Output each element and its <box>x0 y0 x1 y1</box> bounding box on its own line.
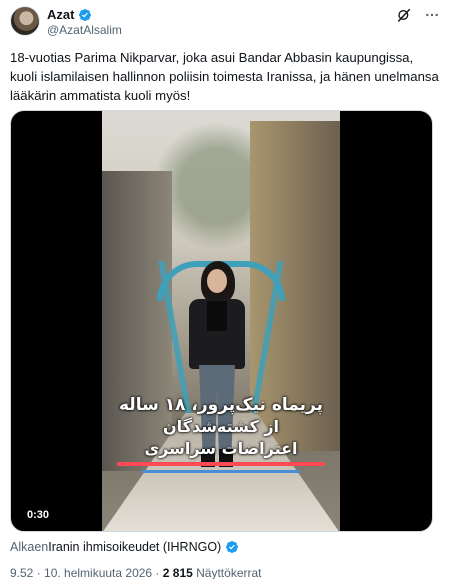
caption-blue-bar <box>142 470 300 473</box>
caption-red-bar <box>117 462 325 466</box>
author-name-row: Azat <box>47 7 92 22</box>
display-name[interactable]: Azat <box>47 7 74 22</box>
tweet: Azat @AzatAlsalim 18-vuotias Parima Nikp… <box>0 0 451 579</box>
source-prefix: Alkaen <box>10 540 49 554</box>
video-caption: پریماه نیک‌پرور، ۱۸ ساله از کشته‌شدگان ا… <box>102 394 340 460</box>
tweet-timestamp[interactable]: 9.52 · 10. helmikuuta 2026 · <box>10 566 163 579</box>
tweet-meta: 9.52 · 10. helmikuuta 2026 · 2 815 Näytt… <box>10 566 262 579</box>
author-handle[interactable]: @AzatAlsalim <box>47 23 122 37</box>
tweet-text: 18-vuotias Parima Nikparvar, joka asui B… <box>10 50 439 103</box>
grok-icon[interactable] <box>395 6 413 24</box>
tweet-actions-top <box>395 6 441 24</box>
video-caption-line3: اعتراضات سراسری <box>144 439 298 458</box>
video-caption-line1: پریماه نیک‌پرور، ۱۸ ساله <box>119 395 323 415</box>
avatar[interactable] <box>10 6 40 36</box>
source-name[interactable]: Iranin ihmisoikeudet (IHRNGO) <box>48 540 221 554</box>
video-frame[interactable]: پریماه نیک‌پرور، ۱۸ ساله از کشته‌شدگان ا… <box>102 111 340 531</box>
video-caption-line2: از کشته‌شدگان <box>162 417 280 436</box>
view-count: 2 815 <box>162 566 193 579</box>
verified-badge-icon <box>79 8 92 21</box>
video-player[interactable]: پریماه نیک‌پرور، ۱۸ ساله از کشته‌شدگان ا… <box>10 110 433 532</box>
more-icon[interactable] <box>423 6 441 24</box>
view-label: Näyttökerrat <box>192 566 262 579</box>
video-duration: 0:30 <box>21 507 56 523</box>
video-source: Alkaen Iranin ihmisoikeudet (IHRNGO) <box>10 540 239 554</box>
verified-badge-icon <box>226 541 239 553</box>
